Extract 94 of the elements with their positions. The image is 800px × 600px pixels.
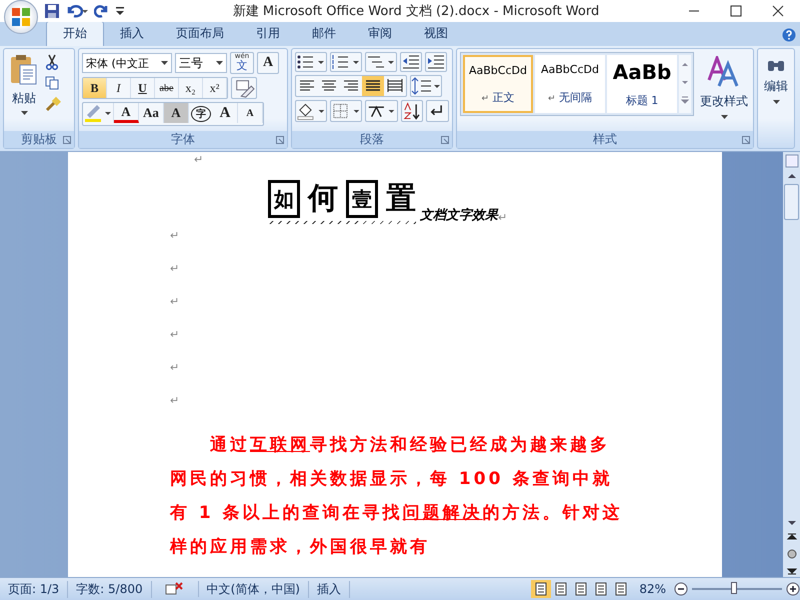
window-title: 新建 Microsoft Office Word 文档 (2).docx - Microsoft Word: [232, 3, 600, 20]
font-effect-button[interactable]: A: [238, 103, 263, 123]
help-icon[interactable]: [782, 28, 796, 42]
zoom-in-icon[interactable]: [786, 582, 800, 596]
multilevel-list-icon[interactable]: [365, 52, 397, 72]
redo-icon[interactable]: [94, 3, 110, 19]
ribbon-tab[interactable]: 插入: [104, 22, 160, 46]
title-character: 如: [268, 180, 300, 218]
ribbon-tab[interactable]: 视图: [408, 22, 464, 46]
editing-button[interactable]: 编辑: [758, 49, 794, 108]
decrease-indent-icon[interactable]: [400, 52, 422, 72]
font-effect-button[interactable]: A: [114, 103, 139, 123]
paragraph-mark-icon[interactable]: [426, 100, 450, 122]
style-item[interactable]: AaBb 标题 1: [607, 55, 677, 113]
cut-icon[interactable]: [45, 54, 59, 70]
ribbon-tab[interactable]: 审阅: [352, 22, 408, 46]
maximize-icon[interactable]: [730, 5, 742, 17]
caret-icon: [161, 61, 168, 65]
dialog-launcher-icon[interactable]: [63, 136, 71, 144]
format-button[interactable]: U: [131, 78, 155, 98]
status-item[interactable]: 字数: 5/800: [68, 580, 152, 598]
ruler-toggle-icon[interactable]: [784, 154, 798, 168]
sort-icon[interactable]: [400, 100, 424, 122]
group-label: 剪贴板: [21, 131, 57, 148]
caret-icon: [20, 111, 28, 115]
title-character: 置: [386, 180, 416, 218]
font-effect-button[interactable]: A: [213, 103, 238, 123]
format-button[interactable]: abe: [155, 78, 179, 98]
format-button[interactable]: x₂: [179, 78, 203, 98]
paragraph-mark: ↵: [170, 394, 180, 407]
ribbon-tab[interactable]: 引用: [240, 22, 296, 46]
dialog-launcher-icon[interactable]: [441, 136, 449, 144]
alignment-icon[interactable]: [362, 76, 384, 96]
chinese-layout-icon[interactable]: [365, 100, 398, 122]
format-button[interactable]: x²: [203, 78, 227, 98]
increase-indent-icon[interactable]: [425, 52, 447, 72]
styles-letters-icon: [707, 56, 741, 88]
paragraph-mark: ↵: [170, 229, 180, 242]
status-item[interactable]: 页面: 1/3: [0, 580, 68, 598]
language-status[interactable]: 中文(简体，中国): [198, 580, 309, 598]
dialog-launcher-icon[interactable]: [276, 136, 284, 144]
paragraph-mark: ↵: [170, 361, 180, 374]
body-paragraph: 通过互联网 寻找方法和经验已经成为越来越多网民的习惯，相关数据显示，每 100 条查询中就有 1 条以上的查询在寻找 问题解决 的方法。针对这样的应用需求，外国很早就有: [170, 434, 624, 559]
copy-icon[interactable]: [45, 76, 59, 90]
insert-mode-status[interactable]: 插入: [309, 580, 350, 598]
dialog-launcher-icon[interactable]: [742, 136, 750, 144]
save-icon[interactable]: [44, 3, 60, 19]
close-icon[interactable]: [772, 5, 784, 17]
numbering-icon[interactable]: [330, 52, 362, 72]
title-character: 壹: [346, 180, 378, 218]
paragraph-mark: ↵: [170, 328, 180, 341]
title-suffix: 文档文字效果: [420, 206, 498, 224]
format-button[interactable]: I: [107, 78, 131, 98]
style-item[interactable]: AaBbCcDd ↵ 无间隔: [535, 55, 605, 113]
caret-icon: [772, 100, 780, 104]
zoom-level[interactable]: 82%: [631, 582, 674, 596]
caret-icon: [216, 61, 223, 65]
bullets-icon[interactable]: [295, 52, 327, 72]
change-styles-button[interactable]: 更改样式: [698, 52, 750, 128]
office-logo-icon: [9, 5, 33, 29]
office-button[interactable]: [4, 0, 38, 34]
line-spacing-icon[interactable]: [410, 75, 442, 97]
group-label: 字体: [171, 131, 195, 148]
scroll-thumb[interactable]: [784, 184, 799, 220]
browse-object-icon[interactable]: [784, 547, 798, 561]
zoom-slider-thumb[interactable]: [731, 582, 738, 594]
ribbon-tab[interactable]: 开始: [46, 21, 104, 46]
ribbon-tab[interactable]: 邮件: [296, 22, 352, 46]
format-button[interactable]: B: [83, 78, 107, 98]
format-painter-icon[interactable]: [45, 96, 61, 112]
font-effect-button[interactable]: A: [164, 103, 189, 123]
paragraph-mark: ↵: [170, 295, 180, 308]
view-mode-icon[interactable]: [531, 580, 552, 598]
paragraph-mark: ↵: [170, 262, 180, 275]
paragraph-mark: ↵: [498, 211, 508, 224]
group-label: 样式: [593, 131, 617, 148]
clear-formatting-icon[interactable]: [231, 77, 257, 99]
clipboard-icon: [9, 54, 39, 86]
undo-icon[interactable]: [66, 3, 88, 19]
caret-icon: [720, 115, 728, 119]
group-label: 段落: [360, 131, 384, 148]
zoom-out-icon[interactable]: [674, 582, 688, 596]
font-effect-button[interactable]: 字: [191, 106, 211, 122]
ribbon-tab[interactable]: 页面布局: [160, 22, 240, 46]
paragraph-mark: ↵: [194, 153, 204, 166]
title-character: 何: [308, 180, 338, 218]
customize-menu-icon[interactable]: [116, 6, 124, 16]
borders-icon[interactable]: [330, 100, 362, 122]
font-name-field[interactable]: 宋体 (中文正: [82, 53, 172, 73]
character-border-button[interactable]: A: [257, 52, 279, 74]
shading-icon[interactable]: [295, 100, 328, 122]
paste-button[interactable]: 粘贴: [7, 52, 41, 128]
style-item[interactable]: AaBbCcDd ↵ 正文: [463, 55, 533, 113]
font-size-field[interactable]: 三号: [175, 53, 227, 73]
